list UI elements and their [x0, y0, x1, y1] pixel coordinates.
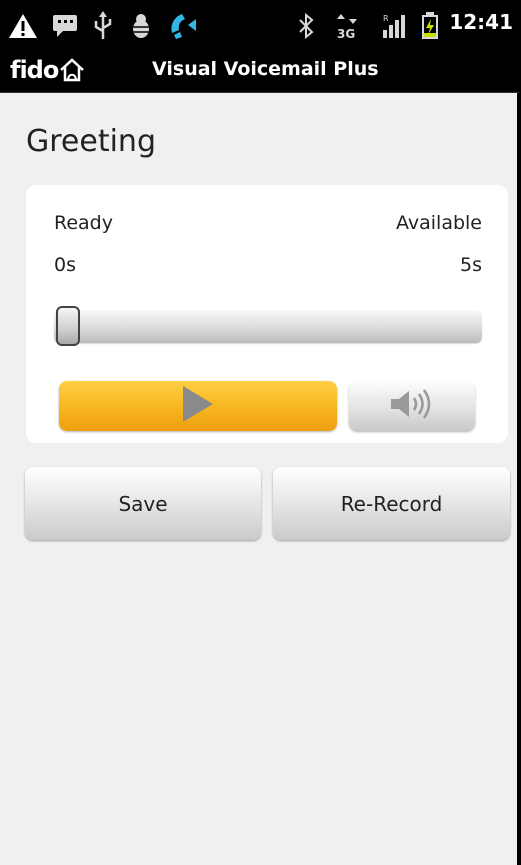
- re-record-button[interactable]: Re-Record: [273, 467, 510, 540]
- title-bar: fido Visual Voicemail Plus: [0, 52, 519, 93]
- svg-text:3G: 3G: [337, 27, 355, 40]
- save-button[interactable]: Save: [25, 467, 261, 540]
- speaker-icon: [387, 387, 437, 425]
- status-bar: 3G R 12:41: [0, 0, 519, 52]
- 3g-data-icon: 3G: [334, 8, 360, 44]
- signal-icon: R: [380, 8, 410, 44]
- svg-text:R: R: [383, 14, 389, 23]
- phone-call-icon: [166, 8, 202, 44]
- available-label: Available: [395, 212, 482, 234]
- warning-icon: [6, 8, 40, 44]
- app-screen: 3G R 12:41 fido Visual Voicemail Plus Gr…: [0, 0, 519, 865]
- battery-charging-icon: [418, 8, 442, 44]
- speaker-button[interactable]: [349, 381, 475, 431]
- usb-icon: [88, 8, 118, 44]
- slider-thumb[interactable]: [56, 306, 80, 346]
- chat-icon: [48, 8, 82, 44]
- home-icon[interactable]: [58, 56, 86, 84]
- android-debug-icon: [126, 8, 156, 44]
- bluetooth-icon: [294, 8, 318, 44]
- clock: 12:41: [449, 10, 513, 34]
- elapsed-time: 0s: [54, 254, 76, 276]
- fido-logo: fido: [10, 56, 59, 84]
- play-button[interactable]: [59, 381, 337, 431]
- playback-slider[interactable]: [54, 306, 482, 346]
- status-label: Ready: [54, 212, 113, 234]
- page-title: Greeting: [26, 124, 156, 159]
- duration-time: 5s: [460, 254, 482, 276]
- play-icon: [181, 384, 215, 428]
- player-card: Ready Available 0s 5s: [26, 185, 508, 443]
- app-title: Visual Voicemail Plus: [152, 58, 379, 80]
